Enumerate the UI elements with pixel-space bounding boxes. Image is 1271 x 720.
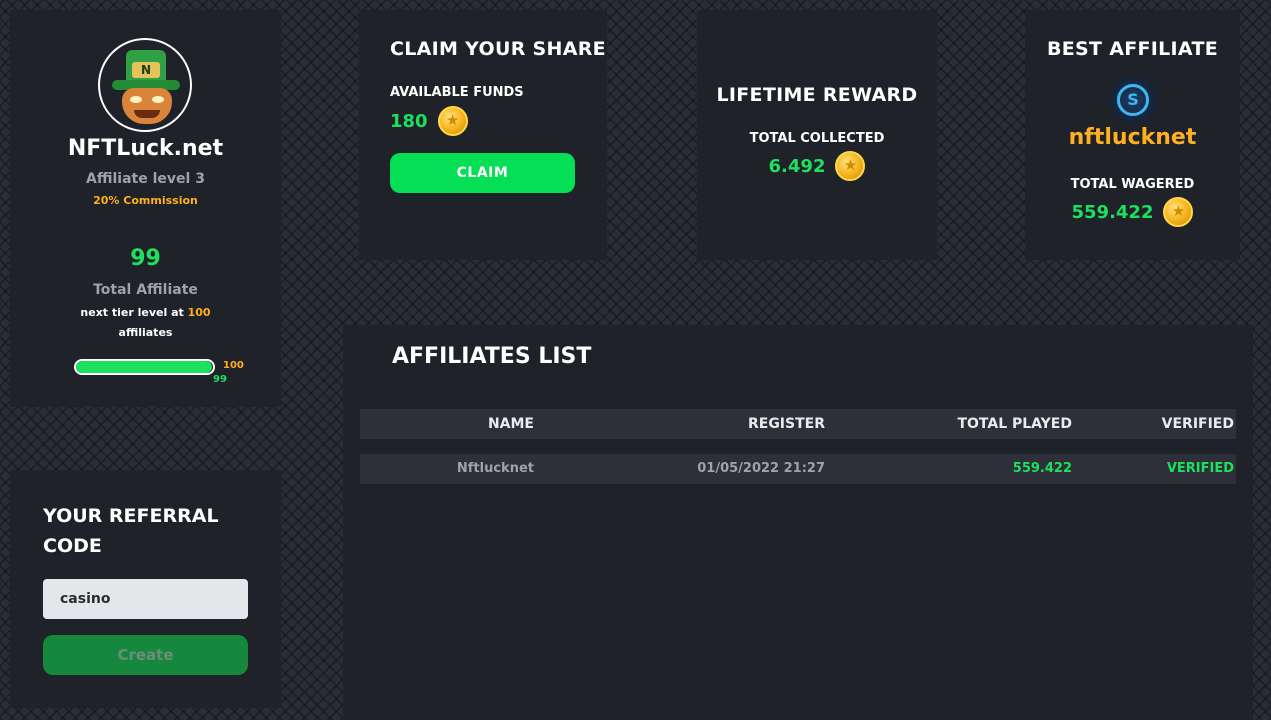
affiliate-level: Affiliate level 3 bbox=[86, 171, 205, 187]
next-tier-value: 100 bbox=[187, 306, 211, 319]
lifetime-reward-panel: LIFETIME REWARD TOTAL COLLECTED 6.492 bbox=[697, 10, 937, 260]
avatar-face bbox=[122, 88, 172, 124]
best-affiliate-panel: BEST AFFILIATE S nftlucknet TOTAL WAGERE… bbox=[1025, 10, 1240, 260]
next-tier-text: next tier level at 100 affiliates bbox=[70, 303, 221, 343]
claim-button[interactable]: CLAIM bbox=[390, 153, 575, 193]
total-collected-value: 6.492 bbox=[768, 155, 826, 177]
referral-panel: YOUR REFERRAL CODE Create bbox=[10, 470, 281, 708]
affiliates-list-title: AFFILIATES LIST bbox=[392, 344, 592, 369]
avatar-mouth bbox=[134, 110, 160, 118]
total-wagered-row: 559.422 bbox=[1025, 197, 1240, 227]
avatar-eye bbox=[130, 96, 142, 103]
commission-label: 20% Commission bbox=[93, 194, 198, 207]
total-wagered-value: 559.422 bbox=[1071, 201, 1154, 223]
row-total-played: 559.422 bbox=[1012, 461, 1072, 476]
available-funds-row: 180 bbox=[390, 106, 468, 136]
column-header-register: REGISTER bbox=[747, 416, 825, 432]
referral-title: YOUR REFERRAL CODE bbox=[43, 505, 219, 557]
total-wagered-label: TOTAL WAGERED bbox=[1070, 177, 1195, 192]
next-tier-suffix: affiliates bbox=[118, 326, 173, 339]
total-collected-row: 6.492 bbox=[697, 151, 937, 181]
s-coin-icon: S bbox=[1109, 76, 1157, 124]
affiliate-count: 99 bbox=[130, 246, 161, 271]
coin-icon bbox=[1163, 197, 1194, 227]
create-button[interactable]: Create bbox=[43, 635, 248, 675]
affiliates-list-panel: AFFILIATES LIST NAME REGISTER TOTAL PLAY… bbox=[343, 325, 1253, 720]
row-register: 01/05/2022 21:27 bbox=[697, 461, 825, 476]
lifetime-title: LIFETIME REWARD bbox=[716, 84, 918, 106]
avatar-letter: N bbox=[132, 62, 160, 78]
table-row: Nftlucknet 01/05/2022 21:27 559.422 VERI… bbox=[360, 454, 1236, 484]
progress-current-label: 99 bbox=[213, 374, 227, 385]
available-funds-label: AVAILABLE FUNDS bbox=[390, 85, 524, 100]
progress-max-label: 100 bbox=[223, 360, 244, 371]
profile-name: NFTLuck.net bbox=[67, 136, 224, 161]
avatar: N bbox=[98, 38, 192, 132]
avatar-eye bbox=[152, 96, 164, 103]
total-affiliate-label: Total Affiliate bbox=[93, 282, 198, 298]
column-header-total-played: TOTAL PLAYED bbox=[957, 416, 1072, 432]
progress-fill bbox=[76, 361, 212, 373]
coin-icon bbox=[437, 106, 468, 136]
claim-title: CLAIM YOUR SHARE bbox=[390, 38, 606, 60]
table-header: NAME REGISTER TOTAL PLAYED VERIFIED bbox=[360, 409, 1236, 439]
profile-panel: N NFTLuck.net Affiliate level 3 20% Comm… bbox=[10, 10, 281, 407]
referral-code-input[interactable] bbox=[43, 579, 248, 619]
best-affiliate-title: BEST AFFILIATE bbox=[1047, 38, 1218, 60]
column-header-verified: VERIFIED bbox=[1161, 416, 1234, 432]
s-coin-ring: S bbox=[1117, 84, 1149, 116]
affiliate-progress-bar bbox=[74, 359, 215, 375]
coin-icon bbox=[835, 151, 866, 181]
column-header-name: NAME bbox=[487, 416, 534, 432]
next-tier-prefix: next tier level at bbox=[80, 306, 184, 319]
claim-panel: CLAIM YOUR SHARE AVAILABLE FUNDS 180 CLA… bbox=[359, 10, 607, 260]
row-verified: VERIFIED bbox=[1166, 461, 1234, 476]
available-funds-value: 180 bbox=[390, 110, 428, 132]
row-name: Nftlucknet bbox=[456, 461, 534, 476]
best-affiliate-name: nftlucknet bbox=[1068, 125, 1197, 150]
total-collected-label: TOTAL COLLECTED bbox=[749, 131, 885, 146]
